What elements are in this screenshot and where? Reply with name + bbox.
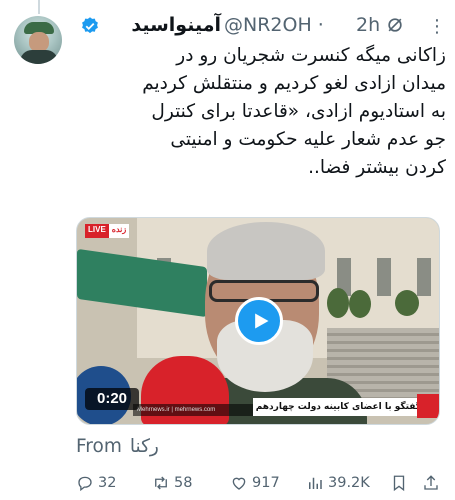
- play-icon: [255, 313, 269, 329]
- share-button[interactable]: [422, 474, 440, 492]
- tweet-line: جو عدم شعار علیه حکومت و امنیتی: [170, 129, 446, 150]
- source-attribution: From رکنا: [76, 436, 159, 457]
- repost-count: 58: [174, 475, 193, 491]
- analytics-icon: [309, 477, 322, 489]
- from-source-link[interactable]: رکنا: [130, 436, 159, 457]
- bookmark-icon: [393, 475, 405, 492]
- heart-icon: [232, 477, 246, 490]
- video-duration: 0:20: [85, 388, 139, 410]
- reply-button[interactable]: 32: [76, 474, 116, 492]
- more-options-icon[interactable]: ⋮: [428, 16, 447, 37]
- tweet-line: زاکانی میگه کنسرت شجریان رو در: [176, 45, 446, 66]
- play-button[interactable]: [235, 297, 283, 345]
- views-button[interactable]: 39.2K: [306, 474, 370, 492]
- repost-icon: [155, 476, 167, 490]
- share-icon: [424, 475, 438, 490]
- avatar[interactable]: [14, 16, 62, 64]
- like-count: 917: [252, 475, 280, 491]
- dot-separator: ·: [317, 14, 324, 36]
- bookmark-button[interactable]: [390, 474, 408, 492]
- repost-button[interactable]: 58: [152, 474, 192, 492]
- verified-badge-icon: [80, 16, 100, 36]
- display-name[interactable]: آمینواسید: [106, 14, 221, 36]
- from-label: From: [76, 436, 122, 457]
- live-badge: LIVE زنده: [85, 224, 130, 238]
- like-button[interactable]: 917: [230, 474, 280, 492]
- grok-icon[interactable]: [385, 15, 405, 35]
- tweet-header: آمینواسید @NR2OH · 2h ⋮: [76, 12, 446, 38]
- reply-count: 32: [98, 475, 117, 491]
- tweet-line: میدان ازادی لغو کردیم و منتقلش کردیم: [142, 73, 446, 94]
- video-player[interactable]: LIVE زنده Mehrnews.ir | mehrnews.com 0:2…: [76, 217, 440, 425]
- handle-text[interactable]: @NR2OH: [224, 14, 312, 36]
- reply-icon: [78, 476, 92, 492]
- news-lower-third: گفتگو با اعضای کابینه دولت چهاردهم: [253, 398, 429, 416]
- action-bar: 32 58 917 39.2K: [76, 474, 446, 496]
- tweet-line: کردن بیشتر فضا..: [308, 157, 446, 178]
- tweet-text: زاکانی میگه کنسرت شجریان رو در میدان ازا…: [76, 42, 446, 182]
- channel-strip: Mehrnews.ir | mehrnews.com: [133, 404, 253, 416]
- views-count: 39.2K: [328, 475, 370, 491]
- tweet-line: به استادیوم ازادی، «قاعدتا برای کنترل: [151, 101, 446, 122]
- channel-logo: [417, 394, 439, 418]
- thread-line: [38, 0, 40, 14]
- user-handle[interactable]: @NR2OH ·: [224, 14, 324, 36]
- timestamp[interactable]: 2h: [356, 14, 380, 36]
